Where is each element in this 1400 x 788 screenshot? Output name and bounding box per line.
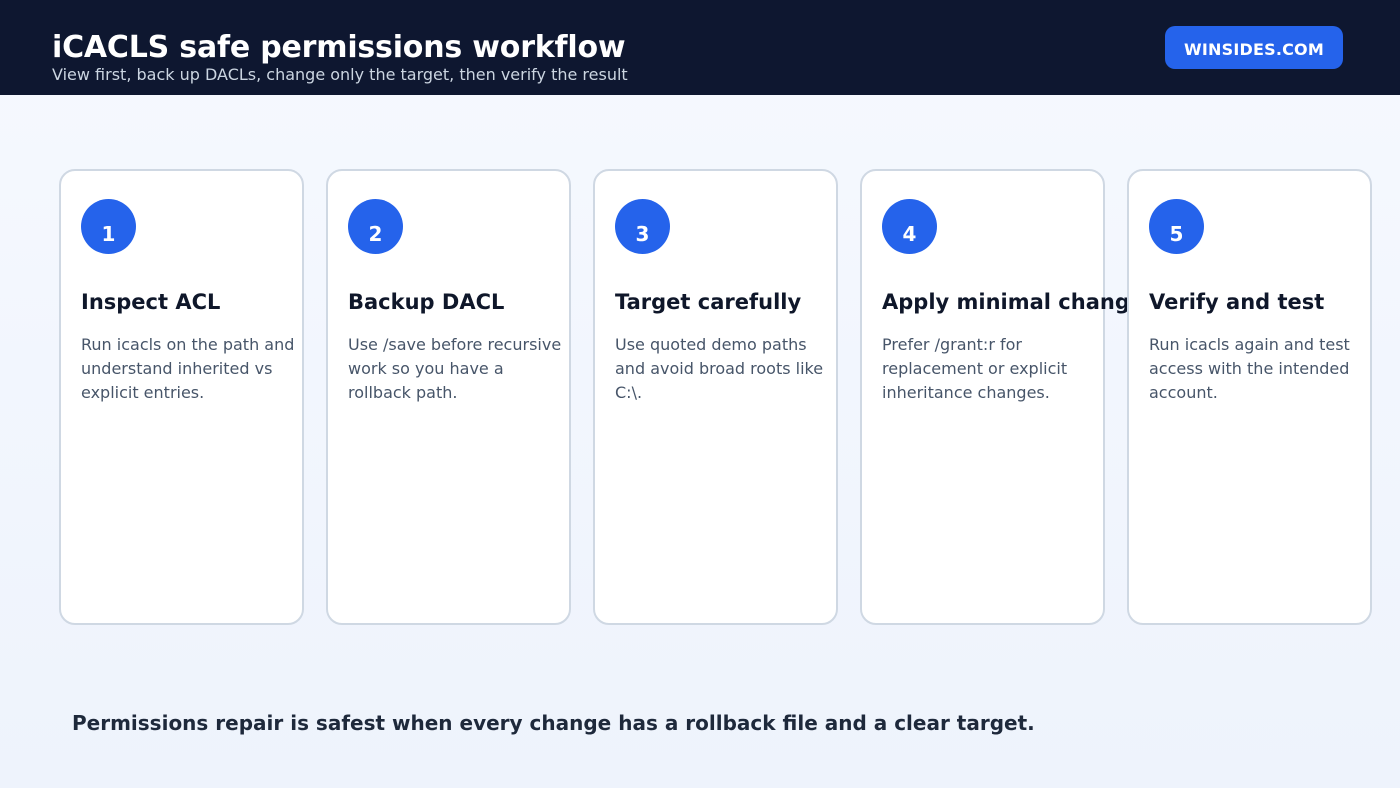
step-description: Prefer /grant:r for replacement or expli… xyxy=(882,335,1068,402)
header-bar: iCACLS safe permissions workflow View fi… xyxy=(0,0,1400,95)
step-title: Backup DACL xyxy=(348,290,505,314)
step-number-badge: 2 xyxy=(348,199,403,254)
step-card-4: 4 Apply minimal change Prefer /grant:r f… xyxy=(860,169,1144,625)
step-title: Target carefully xyxy=(615,290,802,314)
step-title: Inspect ACL xyxy=(81,290,221,314)
step-description: Use quoted demo paths and avoid broad ro… xyxy=(615,335,824,402)
step-description: Run icacls on the path and understand in… xyxy=(81,335,295,402)
step-card-1: 1 Inspect ACL Run icacls on the path and… xyxy=(59,169,304,625)
step-description: Use /save before recursive work so you h… xyxy=(348,335,562,402)
step-title: Verify and test xyxy=(1149,290,1325,314)
page-title: iCACLS safe permissions workflow xyxy=(52,30,626,65)
step-card-2: 2 Backup DACL Use /save before recursive… xyxy=(326,169,571,625)
step-card-5: 5 Verify and test Run icacls again and t… xyxy=(1127,169,1372,625)
step-card-3: 3 Target carefully Use quoted demo paths… xyxy=(593,169,838,625)
step-number-badge: 5 xyxy=(1149,199,1204,254)
footer-note: Permissions repair is safest when every … xyxy=(72,711,1035,735)
step-title: Apply minimal change xyxy=(882,290,1145,314)
step-number-badge: 1 xyxy=(81,199,136,254)
step-number-badge: 3 xyxy=(615,199,670,254)
step-number-badge: 4 xyxy=(882,199,937,254)
step-description: Run icacls again and test access with th… xyxy=(1149,335,1350,402)
brand-badge[interactable]: WINSIDES.COM xyxy=(1165,26,1343,69)
page-subtitle: View first, back up DACLs, change only t… xyxy=(52,65,628,84)
